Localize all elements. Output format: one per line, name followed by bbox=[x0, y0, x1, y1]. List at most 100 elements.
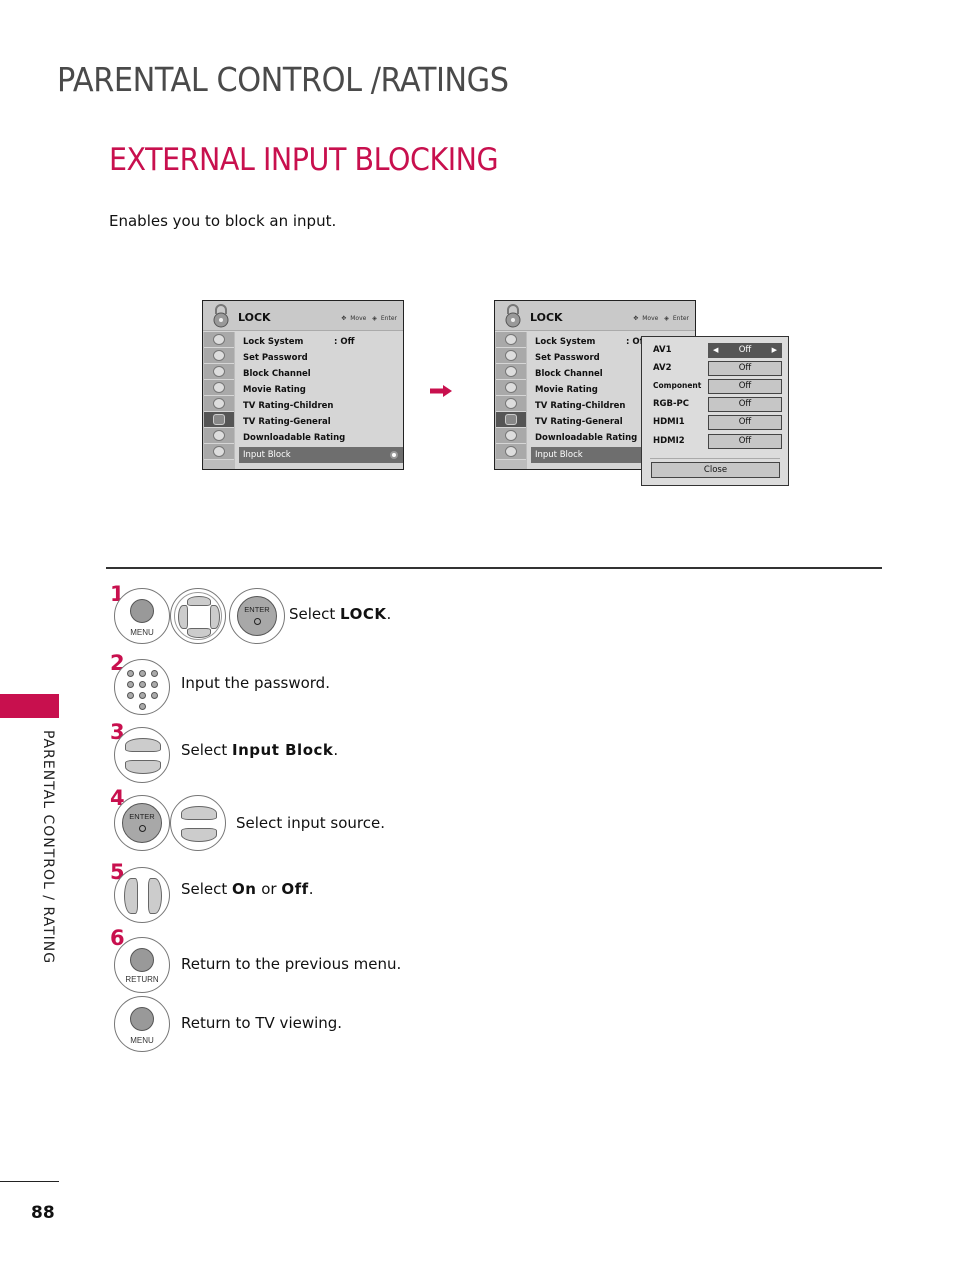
audio-icon[interactable] bbox=[496, 364, 526, 380]
osd-title: LOCK bbox=[238, 311, 271, 324]
input-value-selector[interactable]: Off bbox=[708, 379, 782, 394]
enter-button: ENTER bbox=[229, 588, 285, 644]
option-icon[interactable] bbox=[204, 396, 234, 412]
step-instruction: Input the password. bbox=[181, 674, 330, 692]
osd-header: LOCK ✥ Move ◈ Enter bbox=[495, 301, 695, 331]
chapter-label: PARENTAL CONTROL / RATING bbox=[40, 730, 56, 965]
input-value-selector[interactable]: ◀ Off ▶ bbox=[708, 343, 782, 358]
input-label: HDMI1 bbox=[653, 417, 685, 427]
hint-enter: Enter bbox=[380, 315, 397, 322]
menu-item-set-password[interactable]: Set Password bbox=[239, 350, 403, 366]
menu-item-movie-rating[interactable]: Movie Rating bbox=[239, 382, 403, 398]
page-title: PARENTAL CONTROL /RATINGS bbox=[57, 60, 509, 99]
picture-icon[interactable] bbox=[204, 332, 234, 348]
menu-label: MENU bbox=[130, 628, 154, 637]
move-icon: ✥ bbox=[633, 315, 639, 322]
menu-item-lock-system[interactable]: Lock System: Off bbox=[239, 334, 403, 350]
chapter-tab bbox=[0, 694, 59, 718]
input-block-popup: AV1 ◀ Off ▶ AV2 Off Component Off RGB-PC… bbox=[641, 336, 789, 486]
lock-system-value: : Off bbox=[334, 337, 355, 347]
menu-item-tv-rating-children[interactable]: TV Rating-Children bbox=[239, 398, 403, 414]
time-icon[interactable] bbox=[496, 380, 526, 396]
lock-menu-osd: LOCK ✥ Move ◈ Enter Lock System: Off Set P… bbox=[202, 300, 404, 470]
option-icon[interactable] bbox=[496, 396, 526, 412]
osd-hint: ✥ Move ◈ Enter bbox=[629, 315, 689, 322]
tv-icon[interactable] bbox=[204, 348, 234, 364]
menu-item-tv-rating-general[interactable]: TV Rating-General bbox=[239, 414, 403, 430]
enter-icon: ◈ bbox=[664, 315, 669, 322]
menu-label: MENU bbox=[130, 1036, 154, 1045]
input-value-selector[interactable]: Off bbox=[708, 434, 782, 449]
section-title: EXTERNAL INPUT BLOCKING bbox=[109, 142, 499, 178]
input-row-av2: AV2 Off bbox=[653, 361, 782, 377]
picture-icon[interactable] bbox=[496, 332, 526, 348]
input-label: HDMI2 bbox=[653, 436, 685, 446]
input-row-av1: AV1 ◀ Off ▶ bbox=[653, 343, 782, 359]
enter-icon: ◈ bbox=[372, 315, 377, 322]
right-arrow-icon bbox=[430, 385, 452, 397]
input-icon[interactable] bbox=[204, 428, 234, 444]
input-value-selector[interactable]: Off bbox=[708, 361, 782, 376]
hint-enter: Enter bbox=[672, 315, 689, 322]
tv-icon[interactable] bbox=[496, 348, 526, 364]
osd-title: LOCK bbox=[530, 311, 563, 324]
osd-sidebar bbox=[203, 332, 235, 469]
input-row-rgb-pc: RGB-PC Off bbox=[653, 397, 782, 413]
input-label: AV1 bbox=[653, 345, 672, 355]
osd-header: LOCK ✥ Move ◈ Enter bbox=[203, 301, 403, 331]
up-down-button-icon bbox=[170, 795, 226, 851]
osd-menu-list: Lock System: Off Set Password Block Chan… bbox=[239, 334, 403, 463]
right-arrow-icon[interactable]: ▶ bbox=[772, 344, 777, 357]
footer-divider bbox=[0, 1181, 59, 1182]
menu-item-block-channel[interactable]: Block Channel bbox=[239, 366, 403, 382]
step-instruction: Return to TV viewing. bbox=[181, 1014, 343, 1032]
input-row-hdmi2: HDMI2 Off bbox=[653, 434, 782, 450]
return-label: RETURN bbox=[125, 975, 159, 984]
input-icon[interactable] bbox=[496, 428, 526, 444]
menu-item-downloadable-rating[interactable]: Downloadable Rating bbox=[239, 430, 403, 446]
step-instruction: Return to the previous menu. bbox=[181, 955, 402, 973]
number-keypad-icon bbox=[114, 659, 170, 715]
input-value-selector[interactable]: Off bbox=[708, 415, 782, 430]
osd-hint: ✥ Move ◈ Enter bbox=[337, 315, 397, 322]
close-button[interactable]: Close bbox=[651, 462, 780, 478]
section-divider bbox=[106, 567, 882, 569]
lock-icon[interactable] bbox=[496, 412, 526, 428]
input-row-hdmi1: HDMI1 Off bbox=[653, 415, 782, 431]
usb-icon[interactable] bbox=[496, 444, 526, 460]
page-number: 88 bbox=[31, 1203, 55, 1223]
step-instruction: Select Input Block. bbox=[181, 741, 339, 759]
lock-icon bbox=[213, 304, 229, 328]
input-row-component: Component Off bbox=[653, 379, 782, 395]
audio-icon[interactable] bbox=[204, 364, 234, 380]
menu-item-input-block[interactable]: Input Block bbox=[239, 447, 403, 463]
hint-move: Move bbox=[350, 315, 367, 322]
enter-button: ENTER bbox=[114, 795, 170, 851]
step-instruction: Select LOCK. bbox=[289, 605, 392, 623]
step-instruction: Select input source. bbox=[236, 814, 385, 832]
move-icon: ✥ bbox=[341, 315, 347, 322]
lock-icon bbox=[505, 304, 521, 328]
osd-sidebar bbox=[495, 332, 527, 469]
left-arrow-icon[interactable]: ◀ bbox=[713, 344, 718, 357]
enter-label: ENTER bbox=[129, 812, 155, 821]
up-down-button-icon bbox=[114, 727, 170, 783]
menu-button: MENU bbox=[114, 996, 170, 1052]
enter-indicator-icon bbox=[390, 451, 398, 459]
return-button: RETURN bbox=[114, 937, 170, 993]
section-description: Enables you to block an input. bbox=[109, 212, 337, 230]
step-instruction: Select On or Off. bbox=[181, 880, 314, 898]
hint-move: Move bbox=[642, 315, 659, 322]
left-right-button-icon bbox=[114, 867, 170, 923]
enter-label: ENTER bbox=[244, 605, 270, 614]
input-label: RGB-PC bbox=[653, 399, 689, 409]
usb-icon[interactable] bbox=[204, 444, 234, 460]
divider bbox=[650, 458, 780, 459]
input-label: Component bbox=[653, 381, 702, 390]
input-value-selector[interactable]: Off bbox=[708, 397, 782, 412]
menu-button: MENU bbox=[114, 588, 170, 644]
lock-icon[interactable] bbox=[204, 412, 234, 428]
input-label: AV2 bbox=[653, 363, 672, 373]
navigation-pad-icon bbox=[170, 588, 226, 644]
time-icon[interactable] bbox=[204, 380, 234, 396]
